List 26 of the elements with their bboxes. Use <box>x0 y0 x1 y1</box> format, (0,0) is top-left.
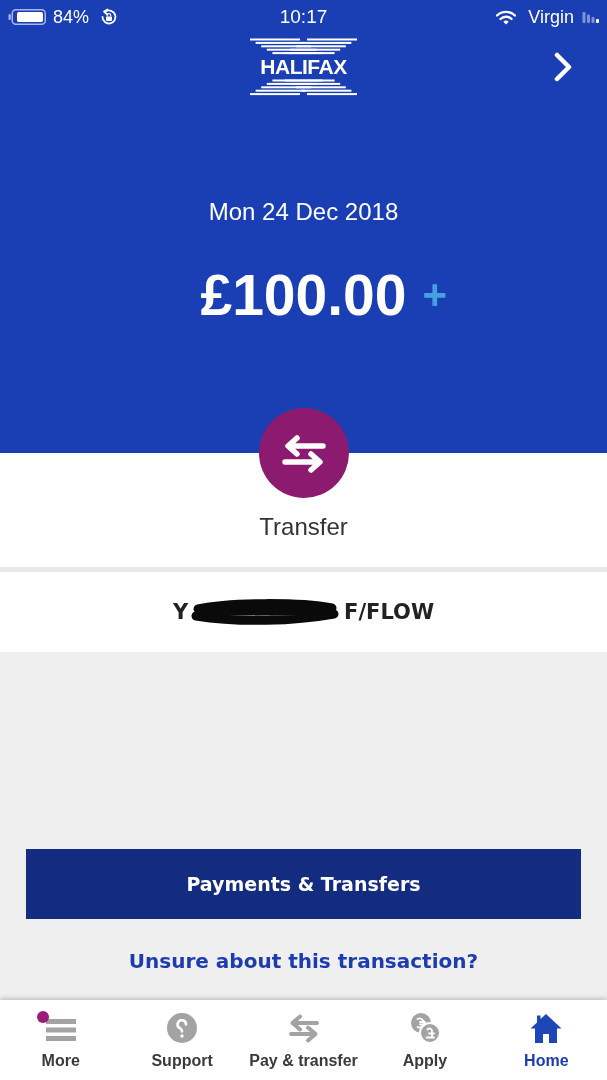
help-icon <box>165 1012 200 1044</box>
tab-bar-item[interactable]: Home <box>485 1000 607 1080</box>
forward-button[interactable] <box>553 52 573 82</box>
clock-time: 10:17 <box>279 6 328 28</box>
transaction-type: Transfer <box>259 512 348 542</box>
carrier-name: Virgin <box>528 6 574 28</box>
payments-transfers-button[interactable]: Payments & Transfers <box>26 849 581 919</box>
rotation-lock-icon <box>100 8 119 26</box>
wifi-icon <box>496 9 517 25</box>
logo-text: HALIFAX <box>260 57 347 77</box>
unsure-transaction-link[interactable]: Unsure about this transaction? <box>128 948 479 974</box>
transaction-date: Mon 24 Dec 2018 <box>208 197 399 227</box>
tab-bar-item[interactable]: Apply <box>364 1000 486 1080</box>
chevron-icon <box>553 52 573 82</box>
credit-sign: + <box>422 273 448 317</box>
signal-icon <box>582 11 599 23</box>
battery-icon <box>8 9 46 25</box>
battery-percent: 84% <box>53 6 90 28</box>
tab-bar-item[interactable]: More <box>0 1000 122 1080</box>
tab-bar-item[interactable]: Pay & transfer <box>242 1000 365 1080</box>
swap-arrows-icon <box>286 1012 321 1044</box>
tab-bar-item[interactable]: Support <box>121 1000 243 1080</box>
transaction-description: F/FLOW <box>344 599 435 625</box>
transaction-amount: £100.00 <box>200 263 407 327</box>
transaction-description: Y <box>172 599 189 625</box>
home-icon <box>529 1012 564 1044</box>
